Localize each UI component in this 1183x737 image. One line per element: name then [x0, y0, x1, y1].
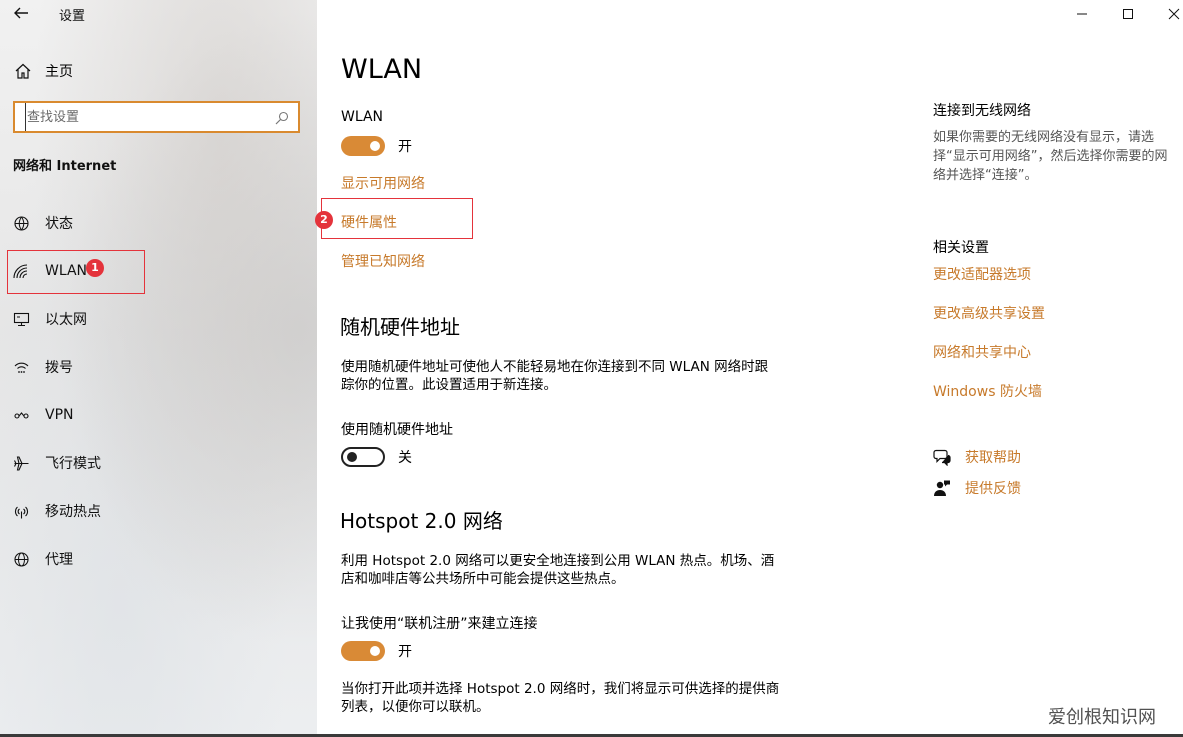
page-title: WLAN: [341, 54, 423, 85]
close-icon[interactable]: [1162, 3, 1183, 25]
random-mac-desc-line1: 使用随机硬件地址可使他人不能轻易地在你连接到不同 WLAN 网络时跟: [341, 359, 769, 375]
hotspot-icon: [13, 503, 30, 520]
related-settings-title: 相关设置: [933, 240, 989, 256]
ethernet-icon: [13, 311, 30, 328]
get-help-label: 获取帮助: [965, 450, 1021, 466]
globe-icon: [13, 551, 30, 568]
sidebar: 设置 主页 网络和 Internet 状态 WLAN 以太网: [0, 0, 317, 737]
maximize-icon[interactable]: [1116, 3, 1140, 25]
sidebar-item-label: 移动热点: [45, 504, 101, 520]
random-mac-desc-line2: 踪你的位置。此设置适用于新连接。: [341, 377, 557, 393]
help-chat-icon: [933, 448, 951, 467]
sidebar-item-label: 代理: [45, 552, 73, 568]
dialup-icon: [13, 359, 30, 376]
annotation-box-wlan: [7, 250, 145, 294]
hotspot-toggle-row: 开: [341, 640, 412, 662]
wlan-toggle-state: 开: [398, 139, 412, 155]
sidebar-item-label: VPN: [45, 407, 74, 423]
sidebar-item-status[interactable]: 状态: [13, 211, 293, 235]
section-title: 网络和 Internet: [13, 159, 117, 174]
feedback-row[interactable]: 提供反馈: [933, 478, 1021, 498]
sidebar-item-label: 以太网: [45, 312, 87, 328]
globe-status-icon: [13, 215, 30, 232]
hotspot-heading: Hotspot 2.0 网络: [340, 509, 503, 533]
change-adapter-options-link[interactable]: 更改适配器选项: [933, 264, 1031, 284]
random-mac-toggle[interactable]: [341, 447, 385, 467]
hotspot-footer-line1: 当你打开此项并选择 Hotspot 2.0 网络时，我们将显示可供选择的提供商: [341, 681, 780, 697]
sidebar-item-dialup[interactable]: 拨号: [13, 355, 293, 379]
connect-wireless-desc: 如果你需要的无线网络没有显示，请选择“显示可用网络”，然后选择你需要的网络并选择…: [933, 130, 1168, 183]
sidebar-item-hotspot[interactable]: 移动热点: [13, 499, 293, 523]
sidebar-item-vpn[interactable]: VPN: [13, 403, 293, 427]
manage-known-networks-link[interactable]: 管理已知网络: [341, 251, 425, 271]
airplane-icon: [13, 455, 30, 472]
hotspot-footer-line2: 列表，以便你可以联机。: [341, 699, 490, 715]
get-help-row[interactable]: 获取帮助: [933, 447, 1021, 467]
random-mac-heading: 随机硬件地址: [340, 315, 460, 339]
sidebar-item-airplane[interactable]: 飞行模式: [13, 451, 293, 475]
back-arrow-icon[interactable]: [12, 4, 32, 24]
advanced-sharing-settings-link[interactable]: 更改高级共享设置: [933, 303, 1045, 323]
random-mac-toggle-state: 关: [398, 450, 412, 466]
minimize-icon[interactable]: [1070, 3, 1094, 25]
feedback-label: 提供反馈: [965, 481, 1021, 497]
sidebar-item-ethernet[interactable]: 以太网: [13, 307, 293, 331]
window-title: 设置: [59, 9, 86, 24]
home-label: 主页: [45, 64, 73, 80]
hotspot-desc-line2: 店和咖啡店等公共场所中可能会提供这些热点。: [341, 571, 625, 587]
search-input[interactable]: [25, 103, 275, 131]
network-sharing-center-link[interactable]: 网络和共享中心: [933, 342, 1031, 362]
home-nav-item[interactable]: 主页: [14, 60, 73, 82]
wlan-toggle[interactable]: [341, 136, 385, 156]
random-mac-toggle-row: 关: [341, 446, 412, 468]
show-available-networks-link[interactable]: 显示可用网络: [341, 173, 425, 193]
wlan-toggle-label: WLAN: [341, 109, 384, 125]
search-icon[interactable]: [275, 110, 289, 125]
hotspot-toggle-state: 开: [398, 644, 412, 660]
vpn-icon: [13, 407, 30, 424]
home-icon: [14, 62, 32, 80]
sidebar-item-label: 拨号: [45, 360, 73, 376]
watermark-text: 爱创根知识网: [1048, 707, 1156, 728]
annotation-badge-1: 1: [86, 259, 104, 277]
sidebar-item-label: 飞行模式: [45, 456, 101, 472]
sidebar-item-proxy[interactable]: 代理: [13, 547, 293, 571]
random-mac-toggle-label: 使用随机硬件地址: [341, 422, 453, 438]
windows-firewall-link[interactable]: Windows 防火墙: [933, 381, 1042, 401]
hotspot-desc-line1: 利用 Hotspot 2.0 网络可以更安全地连接到公用 WLAN 热点。机场、…: [341, 553, 775, 569]
annotation-box-hardware: [321, 198, 473, 239]
sidebar-item-label: 状态: [45, 216, 73, 232]
hotspot-toggle-label: 让我使用“联机注册”来建立连接: [341, 616, 538, 632]
search-box[interactable]: [13, 101, 300, 133]
wlan-toggle-row: 开: [341, 135, 412, 157]
hotspot-toggle[interactable]: [341, 641, 385, 661]
connect-wireless-title: 连接到无线网络: [933, 103, 1031, 119]
annotation-badge-2: 2: [315, 211, 333, 229]
feedback-person-icon: [933, 479, 951, 497]
